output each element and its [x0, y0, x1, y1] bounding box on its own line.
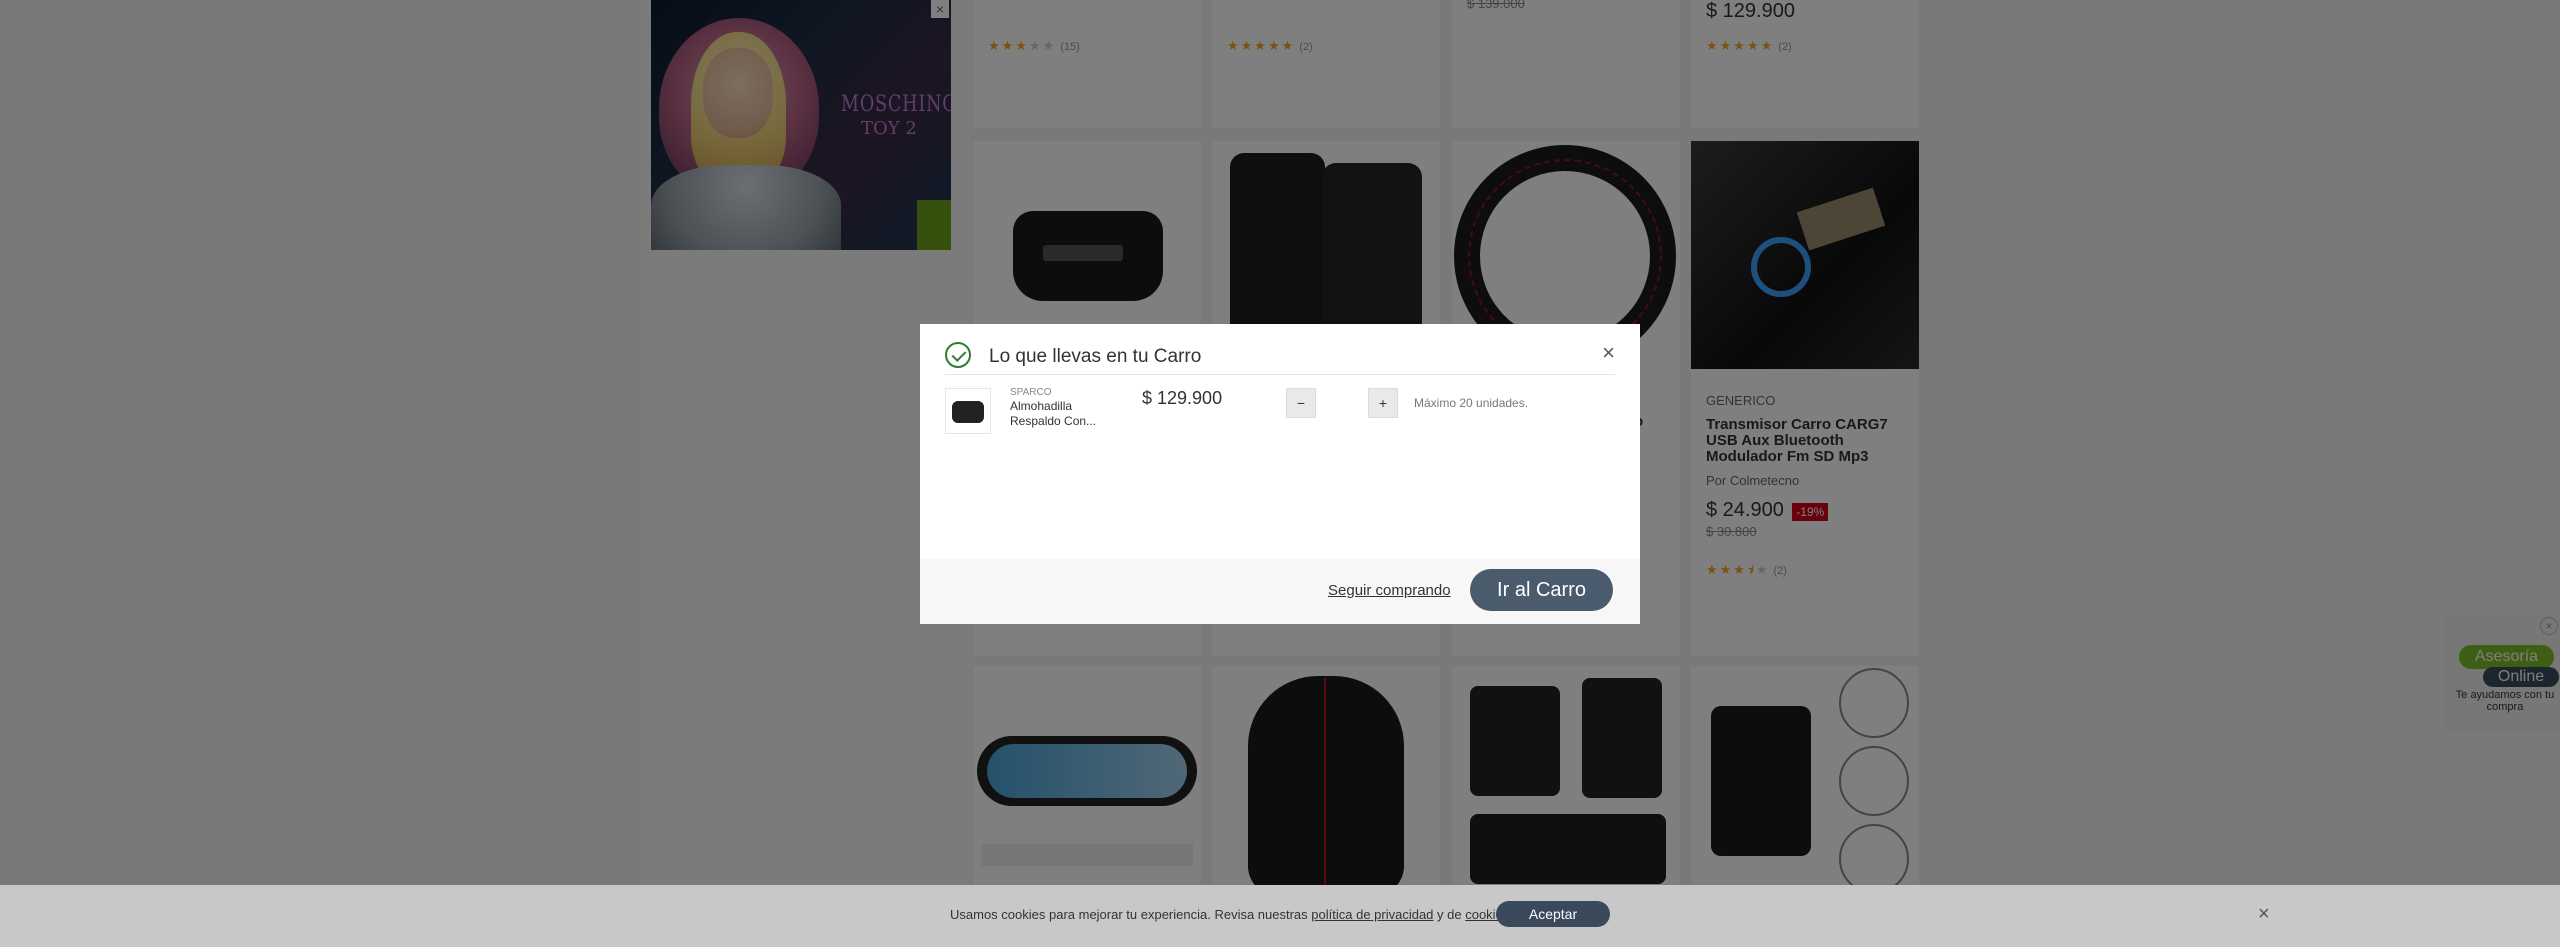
- go-to-cart-button[interactable]: Ir al Carro: [1470, 569, 1613, 611]
- page: MOSCHINO TOY 2 × ★★★★★(15) ★★★★★(2) $ 13…: [0, 0, 2560, 947]
- modal-title: Lo que llevas en tu Carro: [989, 346, 1202, 367]
- quantity-max-note: Máximo 20 unidades.: [1414, 396, 1529, 410]
- cart-item-brand: SPARCO: [1010, 387, 1052, 398]
- modal-footer: Seguir comprando Ir al Carro: [920, 559, 1640, 624]
- cookie-text-middle: y de: [1433, 907, 1466, 922]
- modal-header: Lo que llevas en tu Carro ×: [945, 334, 1615, 375]
- cart-item-name: Almohadilla Respaldo Con...: [1010, 399, 1097, 428]
- headrest-thumbnail-graphic: [952, 401, 984, 423]
- quantity-decrease-button[interactable]: −: [1286, 388, 1316, 418]
- cart-item-thumbnail: [945, 388, 991, 434]
- cookie-text-start: Usamos cookies para mejorar tu experienc…: [950, 907, 1312, 922]
- cart-modal: Lo que llevas en tu Carro × SPARCO Almoh…: [920, 324, 1640, 624]
- cookie-text: Usamos cookies para mejorar tu experienc…: [950, 907, 1513, 922]
- cookie-accept-button[interactable]: Aceptar: [1496, 901, 1610, 927]
- cookie-banner: Usamos cookies para mejorar tu experienc…: [0, 885, 2560, 947]
- privacy-policy-link[interactable]: política de privacidad: [1311, 907, 1433, 922]
- continue-shopping-link[interactable]: Seguir comprando: [1328, 582, 1451, 599]
- cart-item-price: $ 129.900: [1142, 388, 1223, 408]
- close-icon[interactable]: ×: [1602, 342, 1615, 364]
- quantity-increase-button[interactable]: +: [1368, 388, 1398, 418]
- check-circle-icon: [945, 342, 971, 368]
- cookie-close-icon[interactable]: ×: [2258, 903, 2270, 926]
